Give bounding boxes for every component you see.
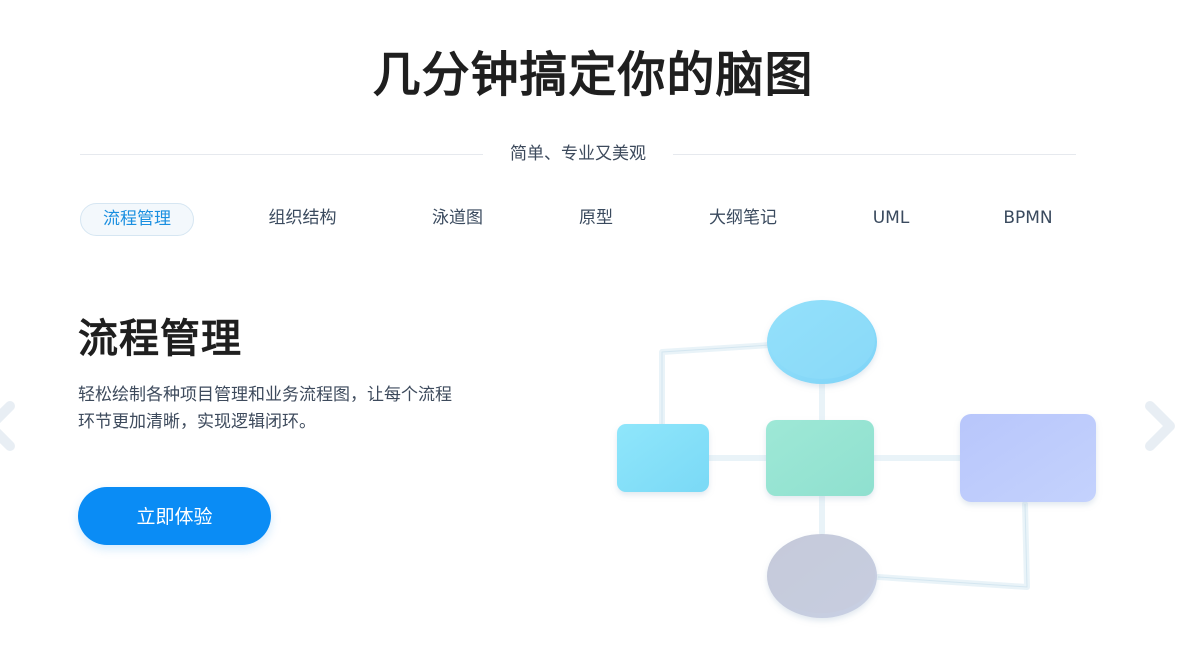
page-subtitle: 简单、专业又美观 (510, 144, 646, 164)
tab-uml[interactable]: UML (850, 203, 932, 236)
feature-description: 轻松绘制各种项目管理和业务流程图，让每个流程环节更加清晰，实现逻辑闭环。 (78, 385, 452, 432)
subtitle-divider-left (80, 154, 483, 155)
subtitle-divider-right (673, 154, 1076, 155)
flowchart-left-box (617, 424, 709, 492)
tab-outline-notes[interactable]: 大纲笔记 (685, 203, 801, 236)
flowchart-illustration (600, 290, 1110, 630)
next-slide-button[interactable] (1140, 398, 1180, 454)
chevron-left-icon (0, 401, 15, 451)
category-tabs: 流程管理 组织结构 泳道图 原型 大纲笔记 UML BPMN (80, 203, 1080, 236)
flowchart-center-box (766, 420, 874, 496)
tab-flow-management[interactable]: 流程管理 (80, 203, 194, 236)
flowchart-right-box (960, 414, 1096, 502)
tab-prototype[interactable]: 原型 (555, 203, 637, 236)
page-title: 几分钟搞定你的脑图 (372, 47, 814, 103)
tab-swimlane[interactable]: 泳道图 (405, 203, 510, 236)
try-now-button[interactable]: 立即体验 (78, 487, 271, 545)
chevron-right-icon (1145, 401, 1175, 451)
feature-heading: 流程管理 (78, 316, 242, 362)
prev-slide-button[interactable] (0, 398, 20, 454)
tab-bpmn[interactable]: BPMN (980, 203, 1076, 236)
tab-org-structure[interactable]: 组织结构 (245, 203, 360, 236)
